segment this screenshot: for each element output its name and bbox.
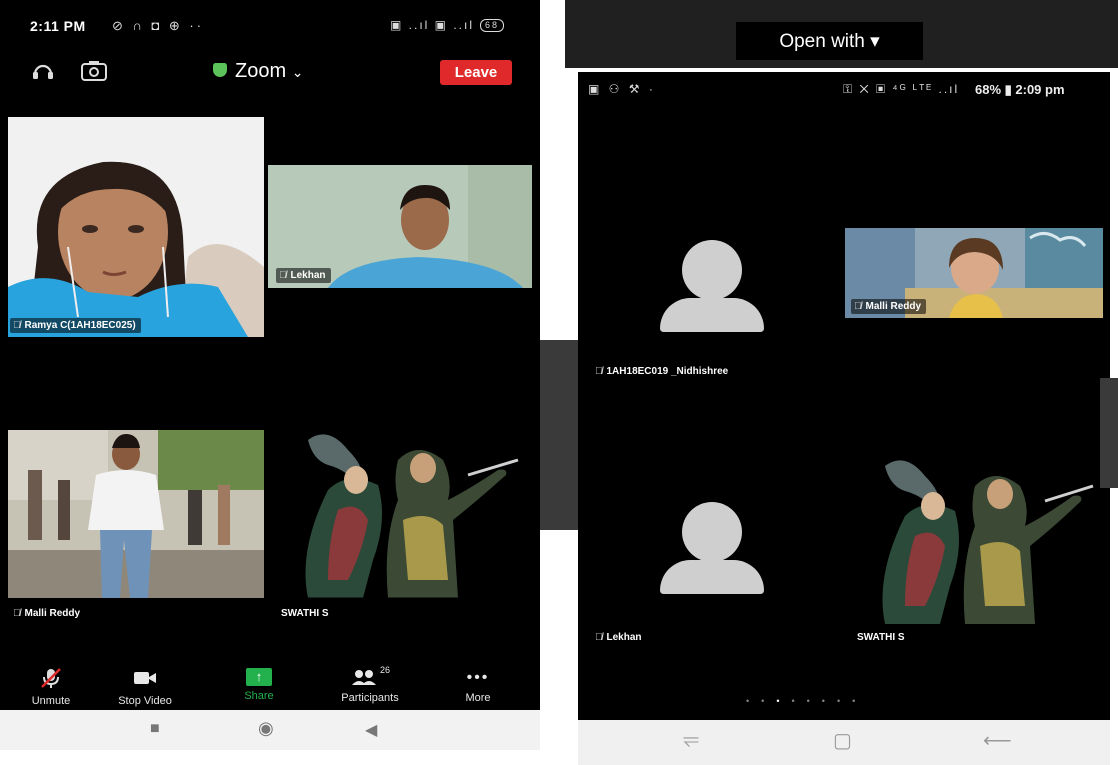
participant-video: [8, 430, 264, 598]
participant-name-tag: 🎙̸ Lekhan: [592, 630, 647, 645]
status-bar: 2:11 PM ⊘ ∩ ◘ ⊕ ·· ▣ ..ıl ▣ ..ıl 68: [0, 0, 540, 50]
meeting-header: Zoom ⌄ Leave: [0, 50, 540, 95]
page-dot[interactable]: •: [746, 696, 761, 706]
video-tile-malli-reddy[interactable]: 🎙̸ Malli Reddy: [845, 228, 1103, 318]
mic-muted-icon: 🎙̸: [595, 366, 603, 377]
participant-profile-image: [268, 430, 532, 598]
participant-name-tag: 🎙̸ 1AH18EC019 _Nidhishree: [592, 364, 733, 379]
video-camera-icon: [134, 672, 156, 684]
participant-name: Lekhan: [290, 270, 326, 281]
speaker-icon[interactable]: [30, 60, 56, 82]
share-arrow-icon: ↑: [246, 668, 272, 686]
more-label: More: [465, 692, 491, 704]
leave-button[interactable]: Leave: [440, 60, 512, 85]
meeting-title: Zoom: [235, 60, 287, 82]
shield-icon: [213, 62, 227, 77]
recent-apps-icon[interactable]: ■: [150, 720, 160, 738]
stop-video-label: Stop Video: [118, 695, 172, 707]
video-tile-swathi[interactable]: [845, 456, 1105, 624]
mic-muted-icon: 🎙̸: [595, 632, 603, 643]
more-button[interactable]: ••• More: [433, 668, 523, 704]
chevron-down-icon: ⌄: [291, 64, 304, 80]
mic-muted-icon: 🎙̸: [13, 320, 21, 331]
caret-down-icon: ▾: [870, 30, 880, 52]
default-avatar-icon: [660, 502, 764, 594]
signal-icons: ⚿ ✕ ▣ ⁴ᴳ ᴸᵀᴱ ..ıl: [843, 82, 960, 96]
page-dot[interactable]: •: [791, 696, 806, 706]
page-dot[interactable]: •: [837, 696, 852, 706]
left-phone-screen: 2:11 PM ⊘ ∩ ◘ ⊕ ·· ▣ ..ıl ▣ ..ıl 68 Zoom …: [0, 0, 540, 750]
participants-label: Participants: [341, 692, 399, 704]
participant-name: Malli Reddy: [24, 608, 81, 619]
recent-apps-icon[interactable]: ⥫: [683, 728, 699, 751]
mic-muted-icon: 🎙̸: [279, 270, 287, 281]
meeting-title-dropdown[interactable]: Zoom ⌄: [213, 60, 303, 83]
home-icon[interactable]: ◉: [258, 718, 274, 739]
home-icon[interactable]: ▢: [833, 728, 852, 753]
meeting-toolbar: Unmute Stop Video ↑ Share 26 Participant…: [0, 665, 540, 710]
participants-button[interactable]: 26 Participants: [325, 665, 415, 704]
video-tile-4[interactable]: [268, 430, 532, 598]
participants-count: 26: [379, 665, 390, 676]
participant-name: Malli Reddy: [865, 301, 922, 312]
status-notification-icons: ⊘ ∩ ◘ ⊕ ··: [112, 18, 205, 33]
participants-icon: [351, 670, 376, 685]
signal-icon: ▣ ..ıl ▣ ..ıl: [390, 18, 475, 32]
video-tile-1[interactable]: 🎙̸ Ramya C(1AH18EC025): [8, 117, 264, 337]
participant-video: [8, 117, 264, 337]
default-avatar-icon: [660, 240, 764, 332]
switch-camera-icon[interactable]: [80, 60, 107, 82]
background-divider: [1100, 378, 1118, 488]
participant-name: 1AH18EC019 _Nidhishree: [606, 366, 729, 377]
open-with-button[interactable]: Open with ▾: [736, 22, 923, 60]
back-icon[interactable]: ◀: [365, 720, 377, 740]
page-indicator: ••••••••: [746, 696, 867, 706]
video-tile-2[interactable]: 🎙̸ Lekhan: [268, 165, 532, 288]
open-with-label: Open with: [779, 30, 865, 52]
mic-off-icon: [41, 668, 61, 688]
mic-muted-icon: 🎙̸: [13, 608, 21, 619]
participant-name: Ramya C(1AH18EC025): [24, 320, 136, 331]
page-dot[interactable]: •: [761, 696, 776, 706]
page-dot[interactable]: •: [822, 696, 837, 706]
participant-name-tag: 🎙̸ Malli Reddy: [10, 606, 85, 621]
right-phone-screen: ▣ ⚇ ⚒ · ⚿ ✕ ▣ ⁴ᴳ ᴸᵀᴱ ..ıl 68% ▮ 2:09 pm …: [578, 72, 1110, 765]
android-nav-bar: ■ ◉ ◀: [0, 710, 540, 750]
status-bar: ▣ ⚇ ⚒ · ⚿ ✕ ▣ ⁴ᴳ ᴸᵀᴱ ..ıl 68% ▮ 2:09 pm: [578, 72, 1110, 108]
more-dots-icon: •••: [466, 669, 490, 686]
back-icon[interactable]: ⟵: [983, 728, 1012, 753]
signal-icons: ▣ ..ıl ▣ ..ıl 68: [390, 18, 505, 33]
share-button[interactable]: ↑ Share: [214, 668, 304, 702]
stop-video-button[interactable]: Stop Video: [100, 668, 190, 707]
participant-name-tag: 🎙̸ Malli Reddy: [851, 299, 927, 314]
participant-name-tag: 🎙̸ Ramya C(1AH18EC025): [10, 318, 141, 333]
participant-name: Lekhan: [606, 632, 642, 643]
unmute-button[interactable]: Unmute: [6, 668, 96, 707]
android-nav-bar: ⥫ ▢ ⟵: [578, 720, 1110, 765]
participant-name-tag: 🎙̸ Lekhan: [276, 268, 331, 283]
status-notification-icons: ▣ ⚇ ⚒ ·: [588, 82, 656, 96]
participant-name-tag: SWATHI S: [281, 608, 329, 619]
mic-muted-icon: 🎙̸: [854, 301, 862, 312]
share-label: Share: [244, 690, 274, 702]
page-dot[interactable]: •: [807, 696, 822, 706]
video-tile-3[interactable]: [8, 430, 264, 598]
page-dot-active[interactable]: •: [776, 696, 791, 706]
status-time: 2:11 PM: [30, 18, 86, 34]
status-time: 68% ▮ 2:09 pm: [975, 82, 1065, 97]
battery-icon: 68: [480, 19, 505, 33]
unmute-label: Unmute: [31, 695, 71, 707]
background-divider: [540, 340, 580, 530]
page-dot[interactable]: •: [852, 696, 867, 706]
participant-name-tag: SWATHI S: [857, 632, 905, 643]
participant-profile-image: [845, 456, 1105, 624]
